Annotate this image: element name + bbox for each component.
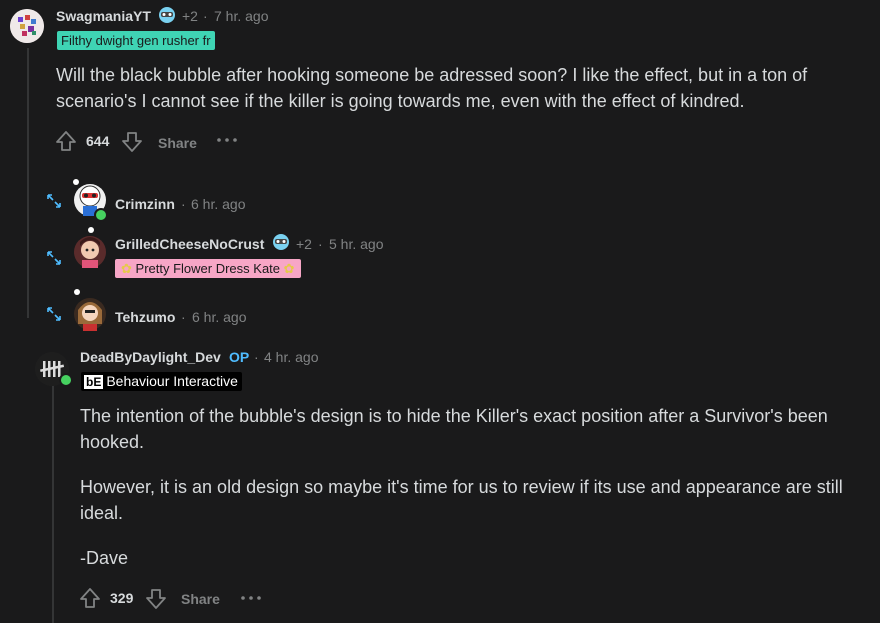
- timestamp[interactable]: 5 hr. ago: [329, 236, 384, 252]
- flair-text: Pretty Flower Dress Kate: [135, 261, 281, 276]
- comment-paragraph: However, it is an old design so maybe it…: [80, 477, 843, 523]
- upvote-icon[interactable]: [78, 586, 102, 615]
- upvote-icon[interactable]: [54, 129, 78, 158]
- award-icon[interactable]: [157, 5, 177, 25]
- online-indicator: [59, 373, 73, 387]
- expand-icon[interactable]: [45, 249, 63, 272]
- timestamp[interactable]: 7 hr. ago: [214, 8, 269, 24]
- separator-dot: ·: [181, 309, 186, 325]
- thread-line[interactable]: [27, 48, 29, 318]
- comment-paragraph: -Dave: [80, 548, 129, 568]
- timestamp[interactable]: 6 hr. ago: [192, 309, 247, 325]
- username[interactable]: GrilledCheeseNoCrust: [115, 236, 264, 252]
- flair-text: Behaviour Interactive: [106, 373, 238, 389]
- user-flair: Filthy dwight gen rusher fr: [57, 31, 215, 50]
- more-icon[interactable]: [216, 132, 238, 153]
- award-count: +2: [296, 236, 312, 252]
- vote-count: 644: [86, 133, 110, 149]
- timestamp[interactable]: 4 hr. ago: [264, 349, 319, 365]
- downvote-icon[interactable]: [144, 587, 168, 616]
- username[interactable]: DeadByDaylight_Dev: [80, 349, 221, 365]
- user-flair: ✿ Pretty Flower Dress Kate ✿: [115, 259, 301, 278]
- user-flair: bE Behaviour Interactive: [81, 372, 242, 391]
- share-button[interactable]: Share: [181, 591, 220, 607]
- online-indicator: [94, 208, 108, 222]
- username[interactable]: Crimzinn: [115, 196, 175, 212]
- timestamp[interactable]: 6 hr. ago: [191, 196, 246, 212]
- award-count: +2: [182, 8, 198, 24]
- downvote-icon[interactable]: [120, 130, 144, 159]
- op-badge: OP: [229, 349, 250, 365]
- share-button[interactable]: Share: [158, 135, 197, 151]
- separator-dot: ·: [203, 8, 208, 24]
- username[interactable]: Tehzumo: [115, 309, 175, 325]
- comment-body: Will the black bubble after hooking some…: [56, 65, 808, 111]
- vote-count: 329: [110, 590, 134, 606]
- avatar[interactable]: [70, 288, 110, 334]
- separator-dot: ·: [181, 196, 186, 212]
- separator-dot: ·: [254, 349, 259, 365]
- comment-paragraph: The intention of the bubble's design is …: [80, 406, 828, 452]
- username[interactable]: SwagmaniaYT: [56, 8, 151, 24]
- flower-icon: ✿: [121, 261, 132, 276]
- behaviour-logo: bE: [84, 375, 104, 389]
- more-icon[interactable]: [240, 590, 262, 611]
- award-icon[interactable]: [271, 232, 291, 252]
- thread-line[interactable]: [52, 382, 54, 623]
- avatar[interactable]: [70, 226, 110, 272]
- separator-dot: ·: [318, 236, 323, 252]
- expand-icon[interactable]: [45, 305, 63, 328]
- expand-icon[interactable]: [45, 192, 63, 215]
- avatar[interactable]: [10, 9, 44, 43]
- flower-icon: ✿: [283, 261, 295, 276]
